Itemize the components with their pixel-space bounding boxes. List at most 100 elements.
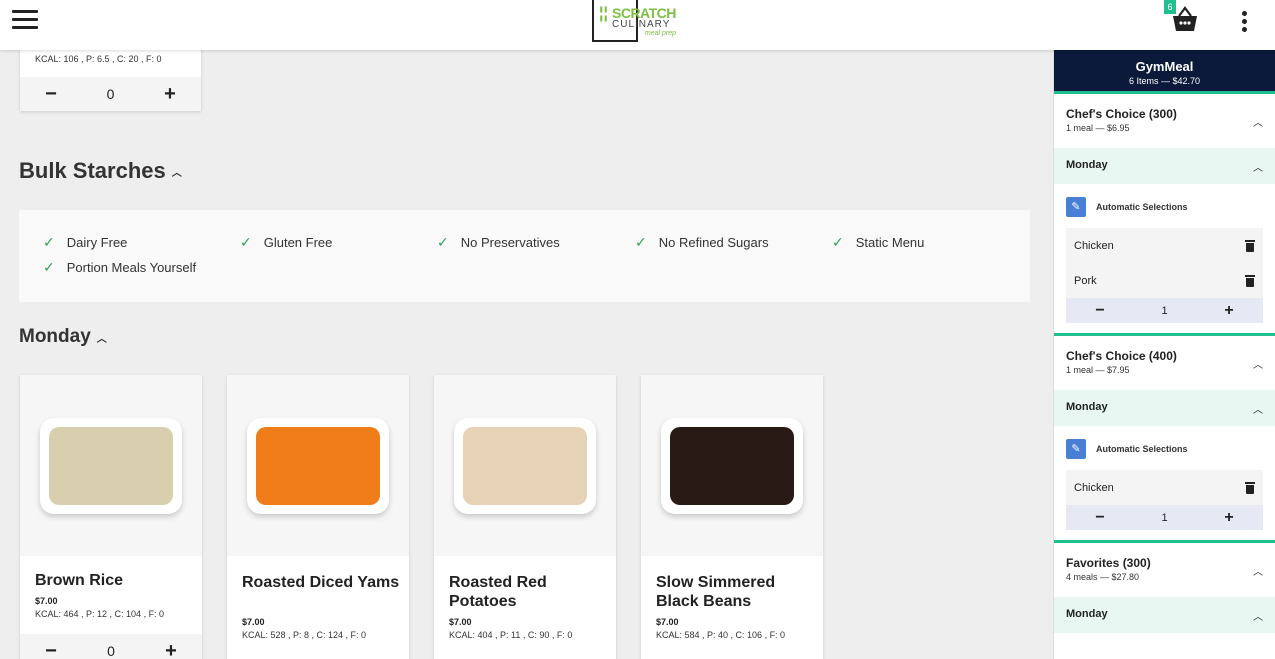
nutrition-info: KCAL: 584 , P: 40 , C: 106 , F: 0	[656, 630, 786, 640]
logo[interactable]: ¦¦ SCRATCH CULINARY meal prep	[592, 0, 680, 42]
day-title[interactable]: Monday ︿	[19, 326, 107, 348]
food-image	[227, 375, 409, 556]
quantity-stepper: − 0 +	[20, 77, 201, 111]
quantity-value: 1	[1161, 304, 1168, 317]
trash-icon[interactable]	[1245, 274, 1255, 287]
cart-title: GymMeal	[1135, 59, 1194, 74]
menu-item-card[interactable]: Roasted Diced Yams $7.00 KCAL: 528 , P: …	[227, 375, 409, 659]
increase-button[interactable]: +	[1223, 509, 1235, 527]
item-name: Roasted Diced Yams	[242, 574, 400, 591]
decrease-button[interactable]: −	[44, 641, 58, 659]
chevron-up-icon[interactable]: ︿	[1253, 356, 1263, 371]
cart-summary: 6 Items — $42.70	[1128, 76, 1201, 86]
check-icon: ✓	[437, 234, 449, 250]
decrease-button[interactable]: −	[1094, 302, 1106, 320]
check-icon: ✓	[635, 234, 647, 250]
diet-tag: ✓ No Preservatives	[437, 234, 560, 250]
item-name: Roasted Red Potatoes	[449, 574, 547, 610]
menu-item-card[interactable]: Brown Rice $7.00 KCAL: 464 , P: 12 , C: …	[20, 375, 202, 659]
check-icon: ✓	[43, 259, 55, 275]
plan-day: Monday	[1066, 608, 1108, 620]
selection-item: Chicken	[1066, 228, 1263, 263]
decrease-button[interactable]: −	[44, 84, 58, 104]
increase-button[interactable]: +	[163, 84, 177, 104]
basket-icon[interactable]: 6	[1164, 0, 1200, 36]
quantity-value: 0	[106, 86, 115, 102]
plan-day: Monday	[1066, 401, 1108, 413]
automatic-selections[interactable]: ✎ Automatic Selections	[1054, 184, 1275, 228]
item-price: $7.00	[449, 617, 472, 627]
plan-name: Favorites (300)	[1066, 556, 1151, 570]
menu-item-card[interactable]: Roasted Red Potatoes $7.00 KCAL: 404 , P…	[434, 375, 616, 659]
chevron-up-icon[interactable]: ︿	[97, 330, 107, 345]
logo-text-scratch: SCRATCH	[612, 5, 676, 21]
cart-sidebar: GymMeal 6 Items — $42.70 Chef's Choice (…	[1053, 50, 1275, 659]
cart-header: GymMeal 6 Items — $42.70	[1054, 50, 1275, 94]
check-icon: ✓	[43, 234, 55, 250]
selection-item: Chicken	[1066, 470, 1263, 505]
chevron-up-icon[interactable]: ︿	[172, 164, 182, 179]
trash-icon[interactable]	[1245, 239, 1255, 252]
chevron-up-icon[interactable]: ︿	[1253, 401, 1263, 416]
quantity-value: 1	[1161, 511, 1168, 524]
partial-menu-card: KCAL: 106 , P: 6.5 , C: 20 , F: 0 − 0 +	[20, 50, 201, 111]
menu-item-card[interactable]: Slow Simmered Black Beans $7.00 KCAL: 58…	[641, 375, 823, 659]
chevron-up-icon[interactable]: ︿	[1253, 563, 1263, 578]
diet-tags-panel: ✓ Dairy Free ✓ Gluten Free ✓ No Preservativ…	[19, 210, 1030, 302]
food-image	[434, 375, 616, 556]
plan-day: Monday	[1066, 159, 1108, 171]
cart-plan: Chef's Choice (400) 1 meal — $7.95 ︿ Mon…	[1054, 336, 1275, 543]
quantity-stepper: − 0 +	[20, 634, 202, 659]
increase-button[interactable]: +	[1223, 302, 1235, 320]
chevron-up-icon[interactable]: ︿	[1253, 114, 1263, 129]
more-vertical-icon[interactable]	[1239, 11, 1249, 33]
decrease-button[interactable]: −	[1094, 509, 1106, 527]
cart-plan: Chef's Choice (300) 1 meal — $6.95 ︿ Mon…	[1054, 94, 1275, 336]
menu-content: KCAL: 106 , P: 6.5 , C: 20 , F: 0 − 0 + …	[0, 50, 1053, 659]
plan-header[interactable]: Chef's Choice (400) 1 meal — $7.95 ︿	[1054, 336, 1275, 390]
check-icon: ✓	[832, 234, 844, 250]
magic-wand-icon: ✎	[1066, 439, 1086, 459]
cart-count-badge: 6	[1164, 0, 1176, 14]
nutrition-info: KCAL: 528 , P: 8 , C: 124 , F: 0	[242, 630, 367, 640]
plan-day-row[interactable]: Monday ︿	[1054, 597, 1275, 633]
section-title[interactable]: Bulk Starches ︿	[19, 158, 182, 184]
plan-day-row[interactable]: Monday ︿	[1054, 148, 1275, 184]
check-icon: ✓	[240, 234, 252, 250]
item-name: Brown Rice	[35, 572, 124, 589]
diet-tag: ✓ Dairy Free	[43, 234, 128, 250]
logo-text-culinary: CULINARY	[612, 19, 671, 30]
plan-day-row[interactable]: Monday ︿	[1054, 390, 1275, 426]
diet-tag: ✓ Static Menu	[832, 234, 925, 250]
quantity-stepper: − 1 +	[1066, 298, 1263, 323]
diet-tag: ✓ Portion Meals Yourself	[43, 259, 197, 275]
magic-wand-icon: ✎	[1066, 197, 1086, 217]
diet-tag: ✓ Gluten Free	[240, 234, 333, 250]
increase-button[interactable]: +	[164, 641, 178, 659]
logo-text-meal-prep: meal prep	[644, 30, 676, 37]
top-bar: ¦¦ SCRATCH CULINARY meal prep 6	[0, 0, 1275, 50]
nutrition-info: KCAL: 464 , P: 12 , C: 104 , F: 0	[35, 609, 165, 619]
plan-header[interactable]: Favorites (300) 4 meals — $27.80 ︿	[1054, 543, 1275, 597]
selection-item: Pork	[1066, 263, 1263, 298]
chevron-up-icon[interactable]: ︿	[1253, 159, 1263, 174]
utensils-icon: ¦¦	[599, 5, 608, 22]
item-price: $7.00	[35, 596, 58, 606]
menu-icon[interactable]	[12, 10, 38, 32]
selection-list: Chicken − 1 +	[1066, 470, 1263, 530]
plan-header[interactable]: Chef's Choice (300) 1 meal — $6.95 ︿	[1054, 94, 1275, 148]
nutrition-info: KCAL: 106 , P: 6.5 , C: 20 , F: 0	[35, 54, 162, 64]
automatic-selections[interactable]: ✎ Automatic Selections	[1054, 426, 1275, 470]
plan-name: Chef's Choice (300)	[1066, 107, 1177, 121]
plan-meta: 1 meal — $6.95	[1066, 123, 1130, 133]
quantity-value: 0	[107, 643, 115, 659]
item-price: $7.00	[656, 617, 679, 627]
food-image	[641, 375, 823, 556]
nutrition-info: KCAL: 404 , P: 11 , C: 90 , F: 0	[449, 630, 573, 640]
plan-meta: 4 meals — $27.80	[1066, 572, 1140, 582]
item-price: $7.00	[242, 617, 265, 627]
trash-icon[interactable]	[1245, 481, 1255, 494]
chevron-up-icon[interactable]: ︿	[1253, 608, 1263, 623]
quantity-stepper: − 1 +	[1066, 505, 1263, 530]
selection-list: Chicken Pork − 1 +	[1066, 228, 1263, 323]
